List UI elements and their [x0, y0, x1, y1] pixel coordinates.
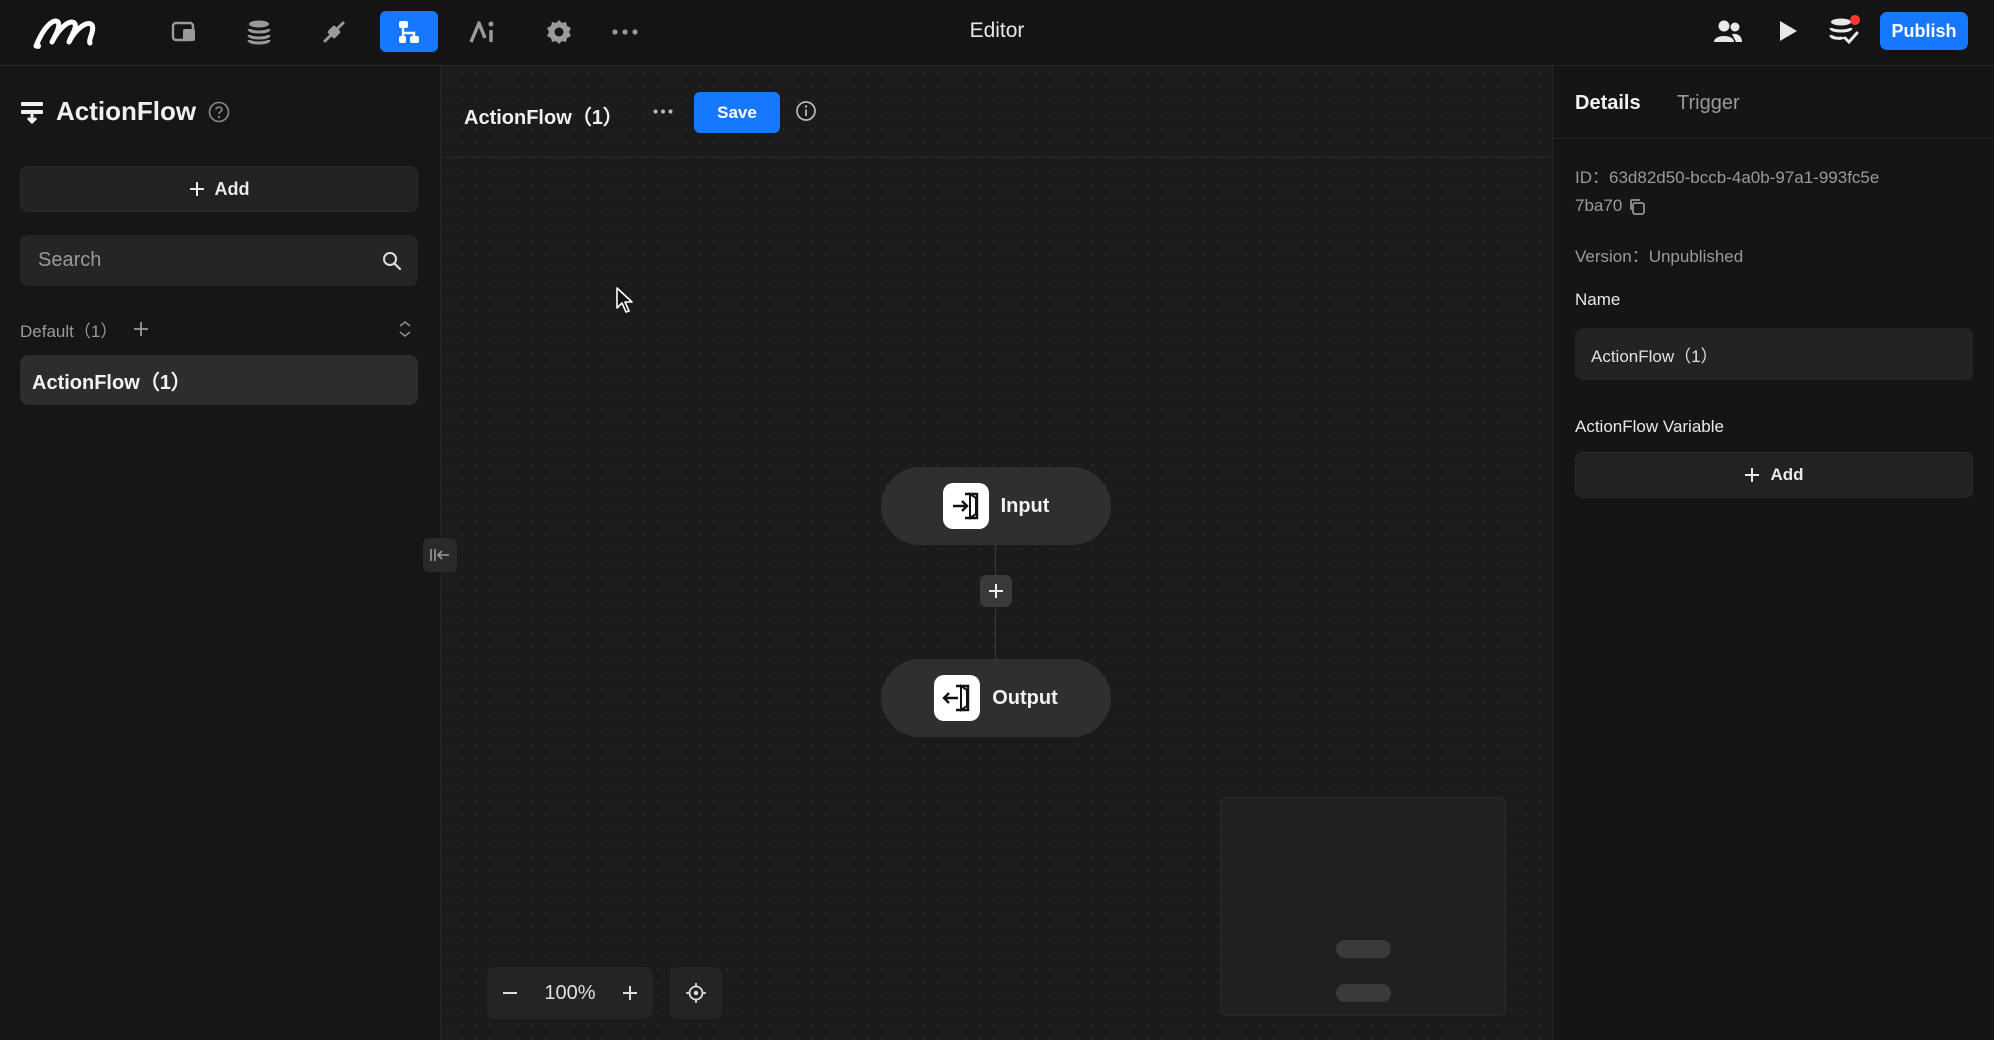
output-node-icon — [934, 675, 981, 721]
details-panel: Details Trigger ID：63d82d50-bccb-4a0b-97… — [1552, 66, 1994, 1040]
flow-id: ID：63d82d50-bccb-4a0b-97a1-993fc5e7ba70 — [1575, 164, 1885, 220]
add-variable-button[interactable]: Add — [1575, 452, 1973, 498]
search-box — [20, 235, 418, 286]
flow-title: ActionFlow（1） — [464, 107, 623, 129]
input-node-label: Input — [1000, 494, 1050, 517]
sidebar-title: ActionFlow — [56, 96, 197, 126]
editor-title: Editor — [969, 19, 1025, 42]
info-icon[interactable] — [795, 100, 817, 122]
search-icon[interactable] — [382, 251, 402, 271]
add-label: Add — [214, 178, 250, 199]
publish-button[interactable]: Publish — [1880, 12, 1968, 50]
tab-details[interactable]: Details — [1575, 92, 1641, 115]
copy-icon[interactable] — [1628, 198, 1646, 216]
ai-icon[interactable] — [455, 11, 513, 52]
plus-icon — [189, 181, 205, 197]
flow-id-text: ID：63d82d50-bccb-4a0b-97a1-993fc5e7ba70 — [1575, 168, 1880, 215]
plus-icon — [1744, 467, 1760, 483]
mouse-cursor-icon — [615, 286, 635, 314]
tab-trigger[interactable]: Trigger — [1677, 92, 1740, 115]
input-node-icon — [942, 483, 989, 529]
search-input[interactable] — [36, 248, 382, 273]
add-to-group-icon[interactable] — [133, 321, 149, 337]
locate-center-icon[interactable] — [670, 967, 722, 1019]
collapse-group-icon[interactable] — [398, 320, 412, 338]
settings-icon[interactable] — [530, 11, 588, 52]
minimap-node — [1336, 984, 1391, 1002]
panel-tabs: Details Trigger — [1553, 66, 1994, 139]
database-icon[interactable] — [230, 11, 288, 52]
output-node[interactable]: Output — [881, 659, 1111, 737]
notification-dot — [1850, 15, 1860, 25]
add-actionflow-button[interactable]: Add — [20, 166, 418, 212]
actionflow-sidebar: ActionFlow Add Default（1） ActionFlow（1） — [0, 66, 441, 1040]
add-variable-label: Add — [1770, 465, 1804, 484]
variable-label: ActionFlow Variable — [1575, 417, 1724, 436]
save-button[interactable]: Save — [694, 92, 780, 133]
collapse-sidebar-icon[interactable] — [423, 538, 457, 572]
group-label: Default（1） — [20, 321, 118, 341]
minimap-node — [1336, 940, 1391, 958]
top-bar: Editor Publish — [0, 0, 1994, 66]
flow-more-icon[interactable] — [645, 96, 681, 126]
canvas-header: ActionFlow（1） Save — [441, 66, 1552, 158]
pages-icon[interactable] — [155, 11, 213, 52]
plugin-icon[interactable] — [305, 11, 363, 52]
preview-play-icon[interactable] — [1768, 13, 1808, 49]
name-field[interactable]: ActionFlow（1） — [1575, 328, 1973, 380]
actionflow-icon[interactable] — [380, 11, 438, 52]
connector-line — [995, 609, 996, 659]
more-icon[interactable] — [596, 11, 654, 52]
input-node[interactable]: Input — [881, 467, 1111, 545]
database-sync-icon[interactable] — [1824, 13, 1864, 49]
output-node-label: Output — [992, 686, 1058, 709]
zoom-controls: 100% — [487, 967, 653, 1019]
flow-canvas[interactable]: ActionFlow（1） Save Input Output 100% — [423, 66, 1552, 1040]
version-text: Version：Unpublished — [1575, 247, 1744, 266]
connector-line — [995, 545, 996, 575]
add-step-button[interactable] — [980, 575, 1012, 607]
collaborators-icon[interactable] — [1708, 13, 1748, 49]
sidebar-item-actionflow-1[interactable]: ActionFlow（1） — [20, 355, 418, 405]
sidebar-header: ActionFlow — [20, 96, 230, 127]
help-icon[interactable] — [208, 101, 230, 123]
actionflow-list-icon — [20, 100, 44, 124]
group-default: Default（1） — [20, 315, 418, 343]
name-label: Name — [1575, 290, 1621, 309]
app-logo[interactable] — [30, 12, 104, 52]
zoom-level: 100% — [544, 981, 596, 1004]
minimap[interactable] — [1220, 797, 1506, 1016]
zoom-out-icon[interactable] — [501, 984, 519, 1002]
zoom-in-icon[interactable] — [621, 984, 639, 1002]
